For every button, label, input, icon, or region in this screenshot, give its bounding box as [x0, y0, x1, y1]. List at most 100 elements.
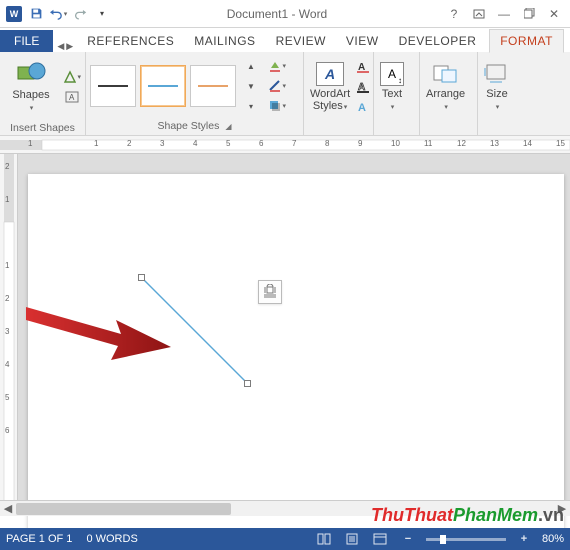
- style-swatch-1[interactable]: [90, 65, 136, 107]
- scroll-right[interactable]: ▶: [554, 501, 570, 517]
- horizontal-ruler[interactable]: 1123456789101112131415: [0, 136, 570, 154]
- line-shape[interactable]: [138, 274, 258, 394]
- help-button[interactable]: ?: [442, 3, 466, 25]
- text-button[interactable]: A↕ Text▾: [378, 54, 406, 120]
- svg-text:A: A: [358, 102, 366, 113]
- save-icon: [30, 7, 43, 20]
- tab-view[interactable]: VIEW: [336, 30, 389, 52]
- arrange-button[interactable]: Arrange▾: [424, 54, 467, 120]
- edit-shape-button[interactable]: ▾: [63, 68, 81, 86]
- window-controls: ? — ✕: [442, 3, 566, 25]
- scroll-track[interactable]: [16, 503, 554, 515]
- tab-developer[interactable]: DEVELOPER: [389, 30, 487, 52]
- shape-effects-button[interactable]: ▾: [268, 97, 286, 115]
- shape-outline-button[interactable]: ▾: [268, 77, 286, 95]
- shape-fill-icon: [268, 59, 281, 73]
- group-wordart-styles: A WordArt Styles▾ A A A .: [304, 52, 374, 135]
- size-label: Size: [486, 88, 507, 100]
- ribbon: Shapes ▾ ▾ A Insert Shapes ▲ ▼ ▾ ▾ ▾ ▾: [0, 52, 570, 136]
- shape-handle-end[interactable]: [244, 380, 251, 387]
- tab-nav: ◀ ▶: [53, 41, 77, 52]
- zoom-out[interactable]: −: [398, 531, 418, 547]
- svg-text:A: A: [69, 93, 75, 102]
- restore-button[interactable]: [517, 3, 541, 25]
- style-gallery-down[interactable]: ▼: [242, 77, 260, 95]
- ribbon-tabs: FILE ◀ ▶ REFERENCES MAILINGS REVIEW VIEW…: [0, 28, 570, 52]
- shapes-button[interactable]: Shapes ▾: [4, 54, 59, 120]
- shape-handle-start[interactable]: [138, 274, 145, 281]
- shape-styles-launcher[interactable]: ◢: [225, 122, 231, 131]
- wordart-styles-button[interactable]: A WordArt Styles▾: [308, 54, 352, 120]
- text-fill-button[interactable]: A: [354, 58, 372, 76]
- quick-access-toolbar: W ▾ ▾: [4, 3, 112, 25]
- document-page[interactable]: [28, 174, 564, 534]
- tab-next[interactable]: ▶: [66, 41, 73, 52]
- insert-shapes-label: Insert Shapes: [10, 122, 75, 134]
- scroll-left[interactable]: ◀: [0, 501, 16, 517]
- layout-options-button[interactable]: [258, 280, 282, 304]
- horizontal-scrollbar[interactable]: ◀ ▶: [0, 500, 570, 516]
- zoom-slider[interactable]: [426, 538, 506, 541]
- layout-options-icon: [262, 284, 278, 300]
- arrange-icon: [432, 62, 460, 86]
- window-title: Document1 - Word: [112, 7, 442, 21]
- tab-review[interactable]: REVIEW: [266, 30, 336, 52]
- draw-textbox-button[interactable]: A: [63, 88, 81, 106]
- size-button[interactable]: Size▾: [482, 54, 512, 120]
- tab-prev[interactable]: ◀: [57, 41, 64, 52]
- print-layout-icon: [345, 533, 359, 545]
- title-bar: W ▾ ▾ Document1 - Word ? — ✕: [0, 0, 570, 28]
- document-area: 21123456 ◀ ▶: [0, 154, 570, 516]
- text-effects-button[interactable]: A: [354, 98, 372, 116]
- ribbon-opts-icon: [473, 8, 485, 20]
- restore-icon: [524, 8, 535, 19]
- status-words[interactable]: 0 WORDS: [86, 533, 137, 545]
- shape-effects-icon: [268, 99, 281, 113]
- shape-outline-icon: [268, 79, 281, 93]
- read-mode-icon: [317, 533, 331, 545]
- text-direction-icon: A↕: [380, 62, 404, 86]
- group-text: A↕ Text▾ .: [374, 52, 420, 135]
- shape-styles-label: Shape Styles: [157, 120, 219, 132]
- tab-format[interactable]: FORMAT: [489, 29, 564, 53]
- group-shape-styles: ▲ ▼ ▾ ▾ ▾ ▾ Shape Styles ◢: [86, 52, 304, 135]
- zoom-in[interactable]: +: [514, 531, 534, 547]
- redo-button[interactable]: [70, 3, 90, 25]
- shape-fill-button[interactable]: ▾: [268, 57, 286, 75]
- view-read-mode[interactable]: [314, 531, 334, 547]
- text-outline-button[interactable]: A: [354, 78, 372, 96]
- close-button[interactable]: ✕: [542, 3, 566, 25]
- style-swatch-2[interactable]: [140, 65, 186, 107]
- text-outline-icon: A: [357, 81, 369, 93]
- ribbon-display-options[interactable]: [467, 3, 491, 25]
- qat-customize[interactable]: ▾: [92, 3, 112, 25]
- save-button[interactable]: [26, 3, 46, 25]
- style-swatch-3[interactable]: [190, 65, 236, 107]
- tab-mailings[interactable]: MAILINGS: [184, 30, 265, 52]
- arrange-label: Arrange: [426, 88, 465, 100]
- tab-references[interactable]: REFERENCES: [77, 30, 184, 52]
- undo-button[interactable]: ▾: [48, 3, 68, 25]
- group-arrange: Arrange▾ .: [420, 52, 478, 135]
- file-tab[interactable]: FILE: [0, 30, 53, 52]
- text-fill-icon: A: [357, 61, 369, 73]
- view-print-layout[interactable]: [342, 531, 362, 547]
- view-web-layout[interactable]: [370, 531, 390, 547]
- shapes-label: Shapes: [12, 89, 49, 101]
- vertical-ruler[interactable]: 21123456: [0, 154, 18, 516]
- size-icon: [484, 62, 510, 86]
- zoom-knob[interactable]: [440, 535, 446, 544]
- status-bar: PAGE 1 OF 1 0 WORDS − + 80%: [0, 528, 570, 550]
- minimize-button[interactable]: —: [492, 3, 516, 25]
- zoom-level[interactable]: 80%: [542, 533, 564, 545]
- style-gallery-more[interactable]: ▾: [242, 97, 260, 115]
- undo-icon: [49, 8, 63, 20]
- app-icon[interactable]: W: [4, 3, 24, 25]
- text-effects-icon: A: [357, 101, 369, 113]
- style-gallery-up[interactable]: ▲: [242, 57, 260, 75]
- status-page[interactable]: PAGE 1 OF 1: [6, 533, 72, 545]
- scroll-thumb[interactable]: [16, 503, 231, 515]
- redo-icon: [74, 8, 87, 20]
- shapes-icon: [17, 61, 47, 87]
- group-size: Size▾ .: [478, 52, 526, 135]
